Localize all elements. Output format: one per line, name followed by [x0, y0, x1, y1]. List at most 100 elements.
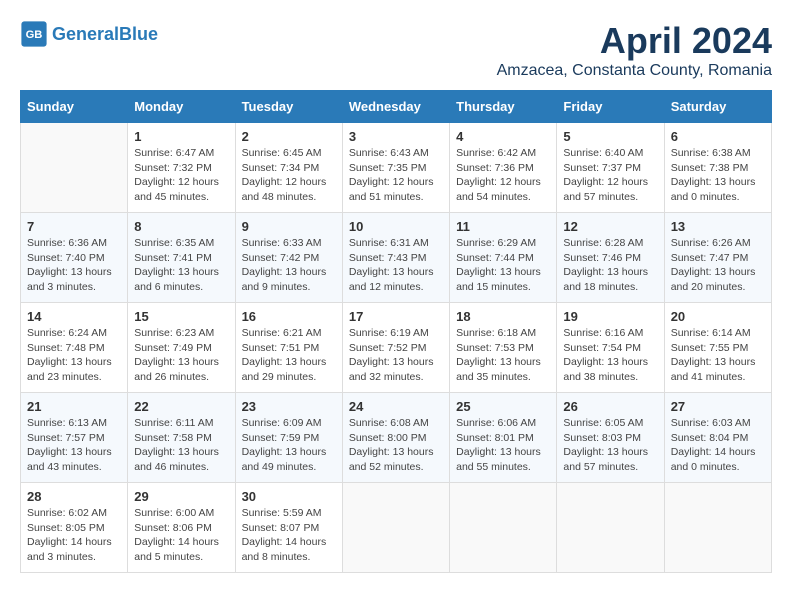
title-block: April 2024 Amzacea, Constanta County, Ro… [497, 20, 772, 80]
calendar-cell: 30 Sunrise: 5:59 AMSunset: 8:07 PMDayligh… [235, 483, 342, 573]
day-info: Sunrise: 6:26 AMSunset: 7:47 PMDaylight:… [671, 236, 765, 295]
day-number: 20 [671, 309, 765, 324]
calendar-cell: 13 Sunrise: 6:26 AMSunset: 7:47 PMDayligh… [664, 213, 771, 303]
day-info: Sunrise: 6:31 AMSunset: 7:43 PMDaylight:… [349, 236, 443, 295]
calendar-cell: 20 Sunrise: 6:14 AMSunset: 7:55 PMDayligh… [664, 303, 771, 393]
day-number: 8 [134, 219, 228, 234]
calendar-cell: 27 Sunrise: 6:03 AMSunset: 8:04 PMDayligh… [664, 393, 771, 483]
day-info: Sunrise: 6:03 AMSunset: 8:04 PMDaylight:… [671, 416, 765, 475]
weekday-header-tuesday: Tuesday [235, 91, 342, 123]
calendar-cell: 4Sunrise: 6:42 AMSunset: 7:36 PMDaylight… [450, 123, 557, 213]
day-info: Sunrise: 6:00 AMSunset: 8:06 PMDaylight:… [134, 506, 228, 565]
day-number: 30 [242, 489, 336, 504]
weekday-header-row: SundayMondayTuesdayWednesdayThursdayFrid… [21, 91, 772, 123]
calendar-cell: 23Sunrise: 6:09 AMSunset: 7:59 PMDayligh… [235, 393, 342, 483]
day-info: Sunrise: 6:18 AMSunset: 7:53 PMDaylight:… [456, 326, 550, 385]
day-info: Sunrise: 6:11 AMSunset: 7:58 PMDaylight:… [134, 416, 228, 475]
calendar-cell: 29 Sunrise: 6:00 AMSunset: 8:06 PMDayligh… [128, 483, 235, 573]
day-number: 27 [671, 399, 765, 414]
day-info: Sunrise: 6:19 AMSunset: 7:52 PMDaylight:… [349, 326, 443, 385]
calendar-cell [21, 123, 128, 213]
weekday-header-sunday: Sunday [21, 91, 128, 123]
day-number: 21 [27, 399, 121, 414]
svg-text:GB: GB [26, 29, 43, 41]
day-number: 18 [456, 309, 550, 324]
calendar-week-row: 1 Sunrise: 6:47 AMSunset: 7:32 PMDaylight… [21, 123, 772, 213]
day-info: Sunrise: 6:36 AMSunset: 7:40 PMDaylight:… [27, 236, 121, 295]
day-info: Sunrise: 6:13 AMSunset: 7:57 PMDaylight:… [27, 416, 121, 475]
day-number: 28 [27, 489, 121, 504]
weekday-header-wednesday: Wednesday [342, 91, 449, 123]
calendar-cell: 8 Sunrise: 6:35 AMSunset: 7:41 PMDaylight… [128, 213, 235, 303]
calendar-cell: 2Sunrise: 6:45 AMSunset: 7:34 PMDaylight… [235, 123, 342, 213]
day-info: Sunrise: 6:08 AMSunset: 8:00 PMDaylight:… [349, 416, 443, 475]
day-info: Sunrise: 6:35 AMSunset: 7:41 PMDaylight:… [134, 236, 228, 295]
calendar-cell: 28 Sunrise: 6:02 AMSunset: 8:05 PMDayligh… [21, 483, 128, 573]
day-number: 11 [456, 219, 550, 234]
calendar-cell [450, 483, 557, 573]
day-number: 19 [563, 309, 657, 324]
day-number: 12 [563, 219, 657, 234]
calendar-cell: 22 Sunrise: 6:11 AMSunset: 7:58 PMDayligh… [128, 393, 235, 483]
calendar-cell: 12 Sunrise: 6:28 AMSunset: 7:46 PMDayligh… [557, 213, 664, 303]
day-number: 26 [563, 399, 657, 414]
day-info: Sunrise: 6:24 AMSunset: 7:48 PMDaylight:… [27, 326, 121, 385]
day-info: Sunrise: 6:16 AMSunset: 7:54 PMDaylight:… [563, 326, 657, 385]
calendar-cell: 7 Sunrise: 6:36 AMSunset: 7:40 PMDaylight… [21, 213, 128, 303]
calendar-cell [342, 483, 449, 573]
day-number: 2 [242, 129, 336, 144]
day-info: Sunrise: 6:09 AMSunset: 7:59 PMDaylight:… [242, 416, 336, 475]
day-number: 1 [134, 129, 228, 144]
day-info: Sunrise: 6:33 AMSunset: 7:42 PMDaylight:… [242, 236, 336, 295]
day-info: Sunrise: 6:29 AMSunset: 7:44 PMDaylight:… [456, 236, 550, 295]
calendar-cell: 3 Sunrise: 6:43 AMSunset: 7:35 PMDaylight… [342, 123, 449, 213]
calendar-cell: 16Sunrise: 6:21 AMSunset: 7:51 PMDayligh… [235, 303, 342, 393]
calendar-cell: 15Sunrise: 6:23 AMSunset: 7:49 PMDayligh… [128, 303, 235, 393]
day-info: Sunrise: 6:23 AMSunset: 7:49 PMDaylight:… [134, 326, 228, 385]
day-number: 16 [242, 309, 336, 324]
day-number: 25 [456, 399, 550, 414]
calendar-week-row: 21 Sunrise: 6:13 AMSunset: 7:57 PMDayligh… [21, 393, 772, 483]
calendar-cell: 17Sunrise: 6:19 AMSunset: 7:52 PMDayligh… [342, 303, 449, 393]
calendar-cell: 21 Sunrise: 6:13 AMSunset: 7:57 PMDayligh… [21, 393, 128, 483]
calendar-cell: 18 Sunrise: 6:18 AMSunset: 7:53 PMDayligh… [450, 303, 557, 393]
day-number: 13 [671, 219, 765, 234]
calendar-week-row: 14Sunrise: 6:24 AMSunset: 7:48 PMDayligh… [21, 303, 772, 393]
day-info: Sunrise: 6:40 AMSunset: 7:37 PMDaylight:… [563, 146, 657, 205]
day-info: Sunrise: 5:59 AMSunset: 8:07 PMDaylight:… [242, 506, 336, 565]
day-info: Sunrise: 6:05 AMSunset: 8:03 PMDaylight:… [563, 416, 657, 475]
calendar-cell: 5 Sunrise: 6:40 AMSunset: 7:37 PMDaylight… [557, 123, 664, 213]
location-subtitle: Amzacea, Constanta County, Romania [497, 62, 772, 80]
calendar-cell: 10 Sunrise: 6:31 AMSunset: 7:43 PMDayligh… [342, 213, 449, 303]
weekday-header-friday: Friday [557, 91, 664, 123]
calendar-table: SundayMondayTuesdayWednesdayThursdayFrid… [20, 90, 772, 573]
day-info: Sunrise: 6:02 AMSunset: 8:05 PMDaylight:… [27, 506, 121, 565]
day-number: 7 [27, 219, 121, 234]
generalblue-logo-icon: GB [20, 20, 48, 48]
calendar-cell [664, 483, 771, 573]
day-number: 6 [671, 129, 765, 144]
calendar-cell: 6 Sunrise: 6:38 AMSunset: 7:38 PMDaylight… [664, 123, 771, 213]
day-number: 9 [242, 219, 336, 234]
calendar-cell: 9 Sunrise: 6:33 AMSunset: 7:42 PMDaylight… [235, 213, 342, 303]
calendar-cell: 26 Sunrise: 6:05 AMSunset: 8:03 PMDayligh… [557, 393, 664, 483]
day-info: Sunrise: 6:42 AMSunset: 7:36 PMDaylight:… [456, 146, 550, 205]
day-info: Sunrise: 6:14 AMSunset: 7:55 PMDaylight:… [671, 326, 765, 385]
calendar-cell: 11 Sunrise: 6:29 AMSunset: 7:44 PMDayligh… [450, 213, 557, 303]
day-info: Sunrise: 6:28 AMSunset: 7:46 PMDaylight:… [563, 236, 657, 295]
day-info: Sunrise: 6:43 AMSunset: 7:35 PMDaylight:… [349, 146, 443, 205]
day-info: Sunrise: 6:38 AMSunset: 7:38 PMDaylight:… [671, 146, 765, 205]
calendar-cell: 14Sunrise: 6:24 AMSunset: 7:48 PMDayligh… [21, 303, 128, 393]
day-number: 22 [134, 399, 228, 414]
calendar-week-row: 28 Sunrise: 6:02 AMSunset: 8:05 PMDayligh… [21, 483, 772, 573]
day-number: 5 [563, 129, 657, 144]
day-number: 10 [349, 219, 443, 234]
day-number: 29 [134, 489, 228, 504]
day-number: 24 [349, 399, 443, 414]
day-info: Sunrise: 6:47 AMSunset: 7:32 PMDaylight:… [134, 146, 228, 205]
logo-text: GeneralBlue [52, 24, 158, 44]
day-number: 3 [349, 129, 443, 144]
calendar-cell: 25Sunrise: 6:06 AMSunset: 8:01 PMDayligh… [450, 393, 557, 483]
weekday-header-saturday: Saturday [664, 91, 771, 123]
weekday-header-monday: Monday [128, 91, 235, 123]
